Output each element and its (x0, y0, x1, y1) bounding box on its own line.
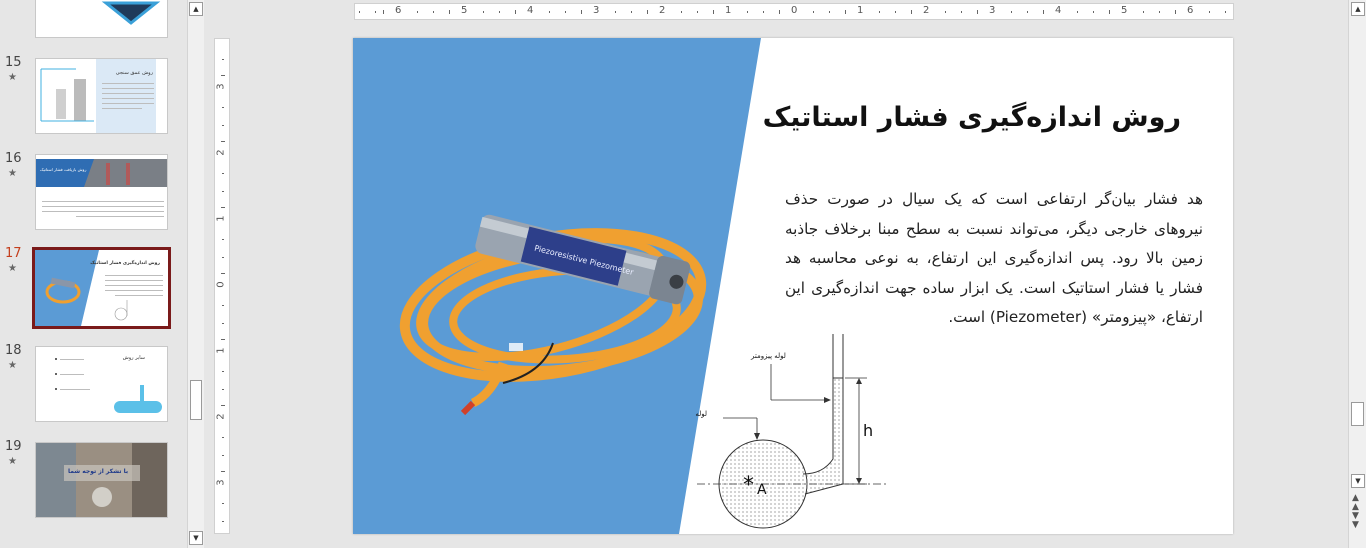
slide-scrollbar[interactable]: ▲ ▼ ▲ ▲ ▼ ▼ (1348, 0, 1366, 548)
scroll-thumb[interactable] (1351, 402, 1364, 426)
diagram-label-piezometer: لوله پیزومتر (750, 352, 786, 360)
scroll-up-button[interactable]: ▲ (1351, 2, 1365, 16)
piezometer-device-image[interactable]: Piezoresistive Piezometer (393, 193, 733, 453)
slide-thumbnail-14[interactable] (35, 0, 168, 38)
thumbnail-title: روش اندازه‌گیری فشار استاتیک (90, 261, 160, 266)
slide-thumbnail-18[interactable]: سایر روش (35, 346, 168, 422)
thumbnail-title: روش عمق سنجی (115, 70, 153, 76)
slide-canvas[interactable]: Piezoresistive Piezometer روش اندازه‌گیر… (353, 38, 1233, 534)
thumbnail-title: با تشکر از توجه شما (68, 468, 129, 475)
slide-thumbnail-15[interactable]: روش عمق سنجی (35, 58, 168, 134)
animation-star-icon: ★ (8, 263, 17, 274)
thumbnail-title: روش بازیافت فشار استاتیک (40, 167, 87, 172)
asterisk-icon: * (743, 473, 754, 498)
slide-thumbnail-pane: 15 ★ روش عمق سنجی 16 ★ روش بازیافت فشار … (0, 0, 186, 548)
previous-slide-icon[interactable]: ▲ ▲ (1352, 494, 1359, 512)
scroll-up-button[interactable]: ▲ (189, 2, 203, 16)
slide-number-18: 18 (5, 343, 22, 358)
ruler-ticks (359, 10, 1226, 14)
slide-body-text[interactable]: هد فشار بیان‌گر ارتفاعی است که یک سیال د… (785, 185, 1203, 333)
diagram-label-pipe: لوله (695, 410, 707, 418)
slide-title[interactable]: روش اندازه‌گیری فشار استاتیک (763, 102, 1181, 133)
horizontal-ruler[interactable]: 6 5 4 3 2 1 0 1 2 3 4 5 6 (354, 3, 1234, 20)
slide-number-16: 16 (5, 151, 22, 166)
thumbnail-title: سایر روش (122, 355, 145, 361)
slide-thumbnail-19[interactable]: با تشکر از توجه شما (35, 442, 168, 518)
bottom-edge (205, 540, 1347, 548)
ruler-ticks (221, 59, 225, 522)
slide-number-17: 17 (5, 246, 22, 261)
scroll-thumb[interactable] (190, 380, 202, 420)
animation-star-icon: ★ (8, 72, 17, 83)
thumbnail-scrollbar[interactable]: ▲ ▼ (187, 0, 204, 548)
diagram-label-h: h (863, 421, 873, 440)
slide-number-19: 19 (5, 439, 22, 454)
scroll-down-button[interactable]: ▼ (189, 531, 203, 545)
thumbnail-slide-art (55, 358, 162, 413)
slide-number-15: 15 (5, 55, 22, 70)
thumbnail-slide-art (36, 443, 167, 517)
animation-star-icon: ★ (8, 456, 17, 467)
next-slide-icon[interactable]: ▼ ▼ (1352, 512, 1359, 530)
slide-thumbnail-16[interactable]: روش بازیافت فشار استاتیک (35, 154, 168, 230)
piezometer-diagram[interactable]: h * A لوله لوله پیزومتر (693, 334, 913, 534)
animation-star-icon: ★ (8, 360, 17, 371)
diagram-label-a: A (757, 482, 767, 498)
slide-thumbnail-17[interactable]: روش اندازه‌گیری فشار استاتیک (32, 247, 171, 329)
vertical-ruler[interactable]: 3 2 1 0 1 2 3 (214, 38, 230, 534)
animation-star-icon: ★ (8, 168, 17, 179)
scroll-down-button[interactable]: ▼ (1351, 474, 1365, 488)
